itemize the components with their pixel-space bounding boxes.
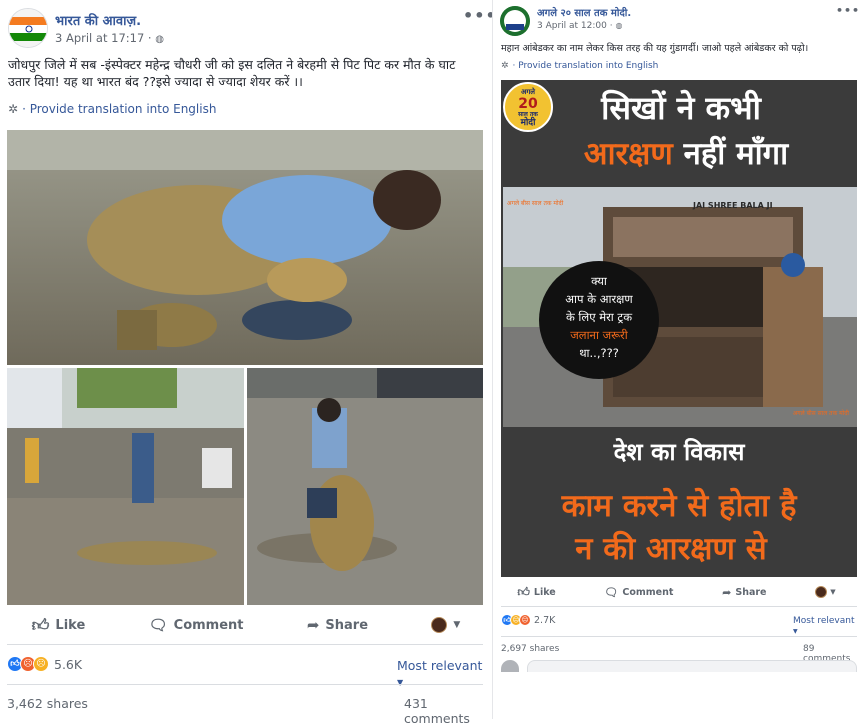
thumbs-up-icon: 👍︎ <box>517 584 530 599</box>
badge-mid: साल तक <box>518 111 538 118</box>
reactions-count: 5.6K <box>54 656 83 672</box>
commenter-avatar <box>501 660 519 672</box>
angry-reaction-icon: ☹ <box>519 614 531 626</box>
post-photo-bottom-right[interactable] <box>247 368 483 605</box>
like-button[interactable]: 👍︎ Like <box>517 585 555 600</box>
photo-footer-watermark: अगले बीस साल तक मोदी <box>792 410 849 417</box>
action-bar: 👍︎ Like 🗨︎ Comment ➦ Share ▼ <box>0 612 492 638</box>
headline-2: आरक्षण नहीं माँगा <box>531 134 841 174</box>
badge-number: 20 <box>518 96 538 112</box>
divider <box>501 606 857 607</box>
post-date[interactable]: 3 April at 12:00 · ◍ <box>537 21 622 31</box>
share-label: Share <box>325 617 369 633</box>
post-photo-main[interactable] <box>7 130 483 365</box>
like-label: Like <box>533 586 556 598</box>
post-as-selector[interactable]: ▼ <box>431 617 460 633</box>
post-poster-image[interactable]: अगले 20 साल तक मोदी सिखों ने कभी आरक्षण … <box>501 80 857 577</box>
like-label: Like <box>55 617 86 633</box>
subheading-2: काम करने से होता है <box>561 488 797 524</box>
bubble-line-1: क्या <box>591 274 607 288</box>
share-label: Share <box>735 586 767 598</box>
gear-icon: ✲ <box>8 102 19 116</box>
page-name[interactable]: भारत की आवाज़. <box>55 11 141 29</box>
translate-link[interactable]: ✲ · Provide translation into English <box>8 102 216 116</box>
share-button[interactable]: ➦ Share <box>307 616 368 634</box>
divider <box>7 644 483 645</box>
post-date-text: 3 April at 12:00 · <box>537 21 616 31</box>
bubble-line-3: के लिए मेरा ट्रक <box>565 310 633 324</box>
speech-bubble: क्या आप के आरक्षण के लिए मेरा ट्रक जलाना… <box>539 261 659 379</box>
speech-bubble-icon: 🗨︎ <box>604 585 619 599</box>
post-right: अगले २० साल तक मोदी. 3 April at 12:00 · … <box>492 0 860 719</box>
poster-watermark: अगले बीस साल तक मोदी <box>507 200 564 207</box>
page-name[interactable]: अगले २० साल तक मोदी. <box>537 5 631 19</box>
burnt-truck-photo: अगले बीस साल तक मोदी JAI SHREE BALA JI क… <box>503 187 857 427</box>
bubble-line-4: जलाना जरूरी <box>570 328 628 342</box>
comment-label: Comment <box>622 586 674 598</box>
divider <box>7 684 483 685</box>
share-arrow-icon: ➦ <box>306 616 320 634</box>
headline-2-highlight: आरक्षण <box>583 136 673 172</box>
translate-link[interactable]: ✲ · Provide translation into English <box>501 61 658 71</box>
post-photo-bottom-left[interactable] <box>7 368 244 605</box>
bubble-line-2: आप के आरक्षण <box>565 292 633 306</box>
reactions-summary[interactable]: 👍︎ ☹ ☹ 5.6K <box>7 656 82 672</box>
like-button[interactable]: 👍︎ Like <box>32 615 86 636</box>
post-as-selector[interactable]: ▼ <box>815 586 836 598</box>
page-avatar-flag[interactable] <box>8 8 48 48</box>
sort-comments-dropdown[interactable]: Most relevant ▼ <box>793 616 860 636</box>
caret-down-icon: ▼ <box>793 628 798 635</box>
user-avatar <box>431 617 448 633</box>
comment-button[interactable]: 🗨︎ Comment <box>604 586 673 599</box>
globe-icon: ◍ <box>615 21 623 30</box>
comment-label: Comment <box>173 617 244 633</box>
more-options-icon[interactable]: ••• <box>836 4 860 17</box>
post-body: जोधपुर जिले में सब -इंस्पेक्टर महेन्द्र … <box>8 57 456 89</box>
post-date-text: 3 April at 17:17 · <box>55 31 156 45</box>
subheading-1: देश का विकास <box>613 438 745 466</box>
comments-count[interactable]: 431 comments <box>404 696 492 726</box>
translate-label: · Provide translation into English <box>22 102 217 116</box>
badge-bottom: मोदी <box>520 118 536 128</box>
reactions-summary[interactable]: 👍︎ ☹ ☹ 2.7K <box>501 614 555 626</box>
post-left: भारत की आवाज़. 3 April at 17:17 · ◍ ••• … <box>0 0 496 726</box>
globe-icon: ◍ <box>155 34 164 45</box>
translate-label: · Provide translation into English <box>512 61 659 71</box>
headline-2-rest: नहीं माँगा <box>672 136 789 172</box>
modi-badge: अगले 20 साल तक मोदी <box>503 82 553 132</box>
thumbs-up-icon: 👍︎ <box>31 615 50 636</box>
divider <box>501 636 857 637</box>
speech-bubble-icon: 🗨︎ <box>148 616 168 634</box>
action-bar: 👍︎ Like 🗨︎ Comment ➦ Share ▼ <box>493 582 860 602</box>
shares-count[interactable]: 2,697 shares <box>501 644 559 654</box>
sad-reaction-icon: ☹ <box>33 656 49 672</box>
share-button[interactable]: ➦ Share <box>722 586 766 599</box>
caret-down-icon: ▼ <box>453 620 461 630</box>
comment-input-stub[interactable] <box>527 660 857 672</box>
caret-down-icon: ▼ <box>397 678 404 687</box>
bubble-line-5: था..,??? <box>579 346 619 360</box>
sort-label: Most relevant <box>793 616 855 626</box>
comment-button[interactable]: 🗨︎ Comment <box>149 616 244 634</box>
headline-1: सिखों ने कभी <box>601 89 761 127</box>
truck-sign: JAI SHREE BALA JI <box>693 201 773 210</box>
post-date[interactable]: 3 April at 17:17 · ◍ <box>55 31 164 45</box>
sort-label: Most relevant <box>397 658 483 673</box>
reactions-count: 2.7K <box>534 614 556 626</box>
page-avatar-modi[interactable] <box>500 6 530 36</box>
subheading-3: न की आरक्षण से <box>575 531 767 567</box>
shares-count[interactable]: 3,462 shares <box>7 696 88 711</box>
post-body: महान आंबेडकर का नाम लेकर किस तरह की यह ग… <box>501 43 809 54</box>
share-arrow-icon: ➦ <box>722 585 732 599</box>
gear-icon: ✲ <box>501 61 509 71</box>
user-avatar <box>815 586 828 598</box>
caret-down-icon: ▼ <box>830 588 836 596</box>
